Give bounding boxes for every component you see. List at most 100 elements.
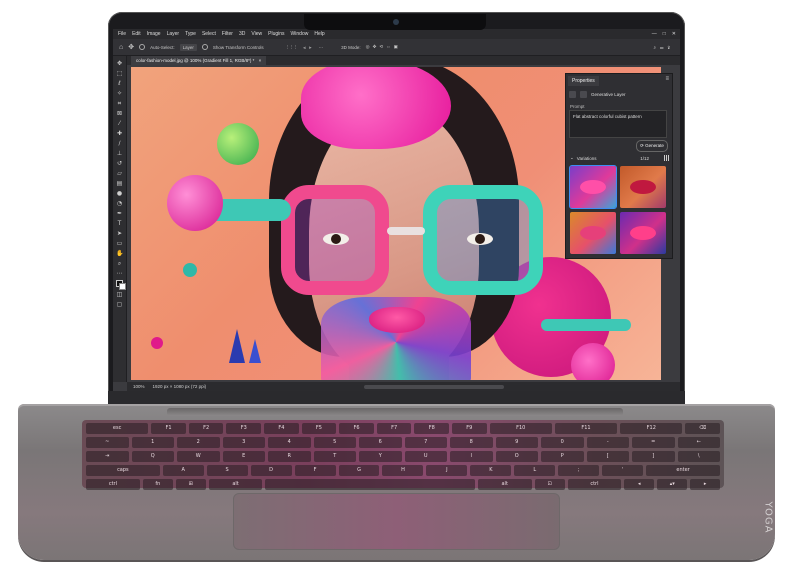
key-f3[interactable]: F3: [226, 423, 262, 434]
menu-edit[interactable]: Edit: [132, 31, 141, 37]
key-f5[interactable]: F5: [301, 423, 337, 434]
menu-layer[interactable]: Layer: [167, 31, 180, 37]
key-caps[interactable]: caps: [86, 465, 160, 476]
key-[interactable]: ~: [86, 437, 129, 448]
key-k[interactable]: K: [470, 465, 512, 476]
history-brush-icon[interactable]: ↺: [116, 160, 123, 167]
key-[interactable]: ⊡: [534, 479, 565, 490]
key-i[interactable]: I: [450, 451, 493, 462]
more-icon[interactable]: ⋯: [116, 270, 123, 277]
chevron-down-icon[interactable]: ⌄: [570, 155, 574, 161]
quick-mask-icon[interactable]: ◫: [116, 291, 123, 298]
home-icon[interactable]: ⌂: [119, 44, 123, 51]
key-u[interactable]: U: [404, 451, 447, 462]
close-tab-icon[interactable]: ×: [259, 58, 262, 63]
minimize-button[interactable]: —: [652, 31, 657, 37]
menu-window[interactable]: Window: [291, 31, 309, 37]
zoom-icon[interactable]: ⌕: [116, 260, 123, 267]
maximize-button[interactable]: □: [663, 31, 666, 37]
key-alt[interactable]: alt: [477, 479, 532, 490]
eyedropper-icon[interactable]: ⁄: [116, 120, 123, 127]
menu-plugins[interactable]: Plugins: [268, 31, 284, 37]
key-f11[interactable]: F11: [554, 423, 618, 434]
touchpad[interactable]: [233, 493, 560, 550]
key-[interactable]: ⊞: [175, 479, 206, 490]
key-j[interactable]: J: [426, 465, 468, 476]
shape-icon[interactable]: ▭: [116, 240, 123, 247]
key-f7[interactable]: F7: [376, 423, 412, 434]
key-enter[interactable]: enter: [646, 465, 720, 476]
key-t[interactable]: T: [313, 451, 356, 462]
key-alt[interactable]: alt: [208, 479, 263, 490]
eraser-icon[interactable]: ▱: [116, 170, 123, 177]
key-ctrl[interactable]: ctrl: [567, 479, 622, 490]
menu-select[interactable]: Select: [202, 31, 216, 37]
key-o[interactable]: O: [495, 451, 538, 462]
key-0[interactable]: 0: [541, 437, 584, 448]
path-select-icon[interactable]: ➤: [116, 230, 123, 237]
screen-mode-icon[interactable]: ▢: [116, 301, 123, 308]
move-icon[interactable]: ✥: [116, 60, 123, 67]
menu-3d[interactable]: 3D: [239, 31, 245, 37]
menu-file[interactable]: File: [118, 31, 126, 37]
key-[interactable]: ;: [558, 465, 600, 476]
key-[interactable]: =: [632, 437, 675, 448]
key-y[interactable]: Y: [359, 451, 402, 462]
variation-thumbnail-2[interactable]: [620, 166, 666, 208]
properties-tab[interactable]: Properties: [568, 76, 599, 86]
key-d[interactable]: D: [250, 465, 292, 476]
variation-thumbnail-3[interactable]: [570, 212, 616, 254]
key-space[interactable]: [265, 479, 475, 490]
transform-controls-checkbox[interactable]: [201, 44, 208, 50]
key-[interactable]: \: [677, 451, 720, 462]
gradient-icon[interactable]: ▤: [116, 180, 123, 187]
key-4[interactable]: 4: [268, 437, 311, 448]
frame-icon[interactable]: ⊠: [116, 110, 123, 117]
key-5[interactable]: 5: [313, 437, 356, 448]
key-[interactable]: ': [602, 465, 644, 476]
generate-button[interactable]: ⟳ Generate: [636, 140, 668, 152]
horizontal-scrollbar[interactable]: [364, 384, 505, 389]
variation-thumbnail-4[interactable]: [620, 212, 666, 254]
type-icon[interactable]: T: [116, 220, 123, 227]
prompt-input[interactable]: Flat abstract colorful cubist pattern: [569, 110, 667, 138]
auto-select-dropdown[interactable]: Layer: [179, 43, 197, 51]
key-a[interactable]: A: [162, 465, 204, 476]
menu-image[interactable]: Image: [147, 31, 161, 37]
key-[interactable]: [: [586, 451, 629, 462]
brush-icon[interactable]: ∕: [116, 140, 123, 147]
menu-type[interactable]: Type: [185, 31, 196, 37]
blur-icon[interactable]: ●: [116, 190, 123, 197]
panel-menu-icon[interactable]: ≡: [665, 76, 669, 82]
key-[interactable]: ⌫: [685, 423, 720, 434]
key-esc[interactable]: esc: [86, 423, 149, 434]
pen-icon[interactable]: ✒: [116, 210, 123, 217]
key-[interactable]: ◂: [624, 479, 655, 490]
stamp-icon[interactable]: ⊥: [116, 150, 123, 157]
zoom-level[interactable]: 100%: [133, 384, 145, 389]
magic-wand-icon[interactable]: ✧: [116, 90, 123, 97]
key-f9[interactable]: F9: [452, 423, 487, 434]
variation-thumbnail-1[interactable]: [569, 165, 617, 209]
menu-help[interactable]: Help: [314, 31, 324, 37]
key-f6[interactable]: F6: [339, 423, 374, 434]
menu-view[interactable]: View: [251, 31, 262, 37]
key-h[interactable]: H: [382, 465, 424, 476]
key-f4[interactable]: F4: [264, 423, 299, 434]
key-f2[interactable]: F2: [188, 423, 224, 434]
key-fn[interactable]: fn: [142, 479, 173, 490]
key-w[interactable]: W: [177, 451, 220, 462]
key-[interactable]: ]: [632, 451, 675, 462]
document-tab[interactable]: color-fashion-model.jpg @ 100% (Gradient…: [131, 56, 267, 65]
panel-icons[interactable]: ⌕▭⇪: [654, 45, 681, 50]
align-icons[interactable]: ⫶⫶⫶ ⫷⫸ ⋯: [287, 45, 326, 50]
move-tool-icon[interactable]: ✥: [128, 43, 134, 51]
key-2[interactable]: 2: [177, 437, 220, 448]
key-8[interactable]: 8: [450, 437, 493, 448]
key-g[interactable]: G: [338, 465, 380, 476]
key-f1[interactable]: F1: [151, 423, 186, 434]
key-s[interactable]: S: [206, 465, 248, 476]
key-q[interactable]: Q: [131, 451, 174, 462]
menu-filter[interactable]: Filter: [222, 31, 233, 37]
key-f[interactable]: F: [294, 465, 336, 476]
